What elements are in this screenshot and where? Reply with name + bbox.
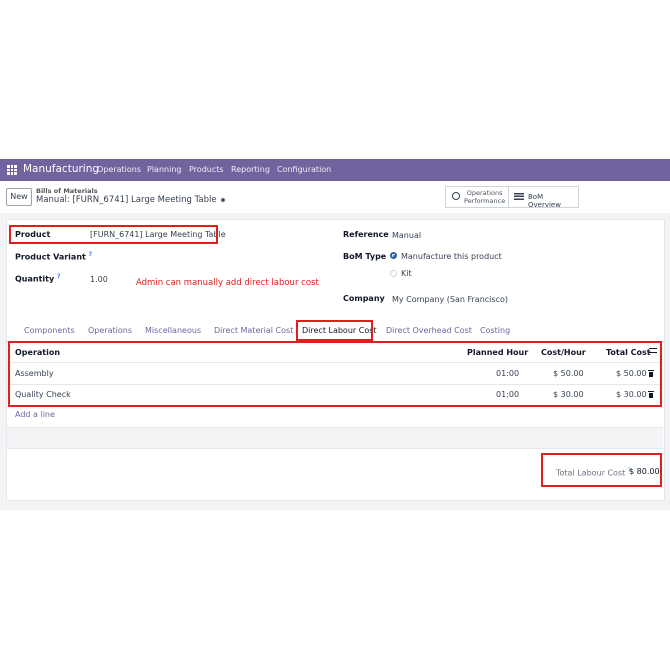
breadcrumb-current: Manual: [FURN_6741] Large Meeting Table — [36, 195, 226, 205]
active-tab-highlight-box — [296, 320, 373, 341]
quantity-label: Quantity ? — [15, 273, 61, 284]
menu-operations[interactable]: Operations — [97, 165, 141, 174]
quantity-field[interactable]: 1.00 — [90, 275, 108, 284]
tab-components[interactable]: Components — [24, 326, 75, 335]
clock-icon — [452, 192, 460, 200]
operations-performance-button[interactable]: Operations Performance — [445, 186, 509, 208]
bom-type-label: BoM Type — [343, 252, 387, 261]
reference-field[interactable]: Manual — [392, 231, 421, 240]
table-footer-band — [7, 427, 663, 449]
operations-performance-label: Operations Performance — [464, 189, 506, 205]
tab-costing[interactable]: Costing — [480, 326, 510, 335]
tab-miscellaneous[interactable]: Miscellaneous — [145, 326, 201, 335]
menu-configuration[interactable]: Configuration — [277, 165, 331, 174]
bars-icon — [514, 193, 524, 200]
bom-overview-button[interactable]: BoM Overview — [508, 186, 579, 209]
breadcrumb-parent[interactable]: Bills of Materials — [36, 187, 98, 195]
company-field[interactable]: My Company (San Francisco) — [392, 295, 508, 304]
help-icon[interactable]: ? — [89, 251, 92, 258]
annotation-text: Admin can manually add direct labour cos… — [136, 278, 319, 288]
table-highlight-box — [8, 341, 662, 407]
company-label: Company — [343, 294, 385, 303]
record-title: Manual: [FURN_6741] Large Meeting Table — [36, 195, 217, 205]
option-manufacture[interactable]: Manufacture this product — [401, 252, 502, 261]
menu-products[interactable]: Products — [189, 165, 224, 174]
control-panel: New Bills of Materials Manual: [FURN_674… — [0, 181, 670, 214]
top-navbar: Manufacturing Operations Planning Produc… — [0, 159, 670, 181]
apps-menu-icon[interactable] — [7, 165, 17, 175]
product-variant-label: Product Variant ? — [15, 251, 93, 262]
reference-label: Reference — [343, 230, 389, 239]
tab-direct-overhead-cost[interactable]: Direct Overhead Cost — [386, 326, 472, 335]
new-button[interactable]: New — [6, 188, 32, 206]
option-kit[interactable]: Kit — [401, 269, 412, 278]
help-icon[interactable]: ? — [57, 273, 60, 280]
total-highlight-box — [541, 453, 662, 487]
add-line-link[interactable]: Add a line — [15, 410, 55, 419]
tab-direct-material-cost[interactable]: Direct Material Cost — [214, 326, 293, 335]
product-highlight-box — [9, 225, 218, 244]
radio-kit[interactable] — [390, 270, 397, 277]
app-name[interactable]: Manufacturing — [23, 163, 99, 175]
gear-icon[interactable] — [219, 197, 226, 203]
menu-planning[interactable]: Planning — [147, 165, 181, 174]
bom-overview-label: BoM Overview — [528, 193, 561, 209]
tab-operations[interactable]: Operations — [88, 326, 132, 335]
radio-manufacture[interactable] — [390, 252, 397, 259]
menu-reporting[interactable]: Reporting — [231, 165, 270, 174]
